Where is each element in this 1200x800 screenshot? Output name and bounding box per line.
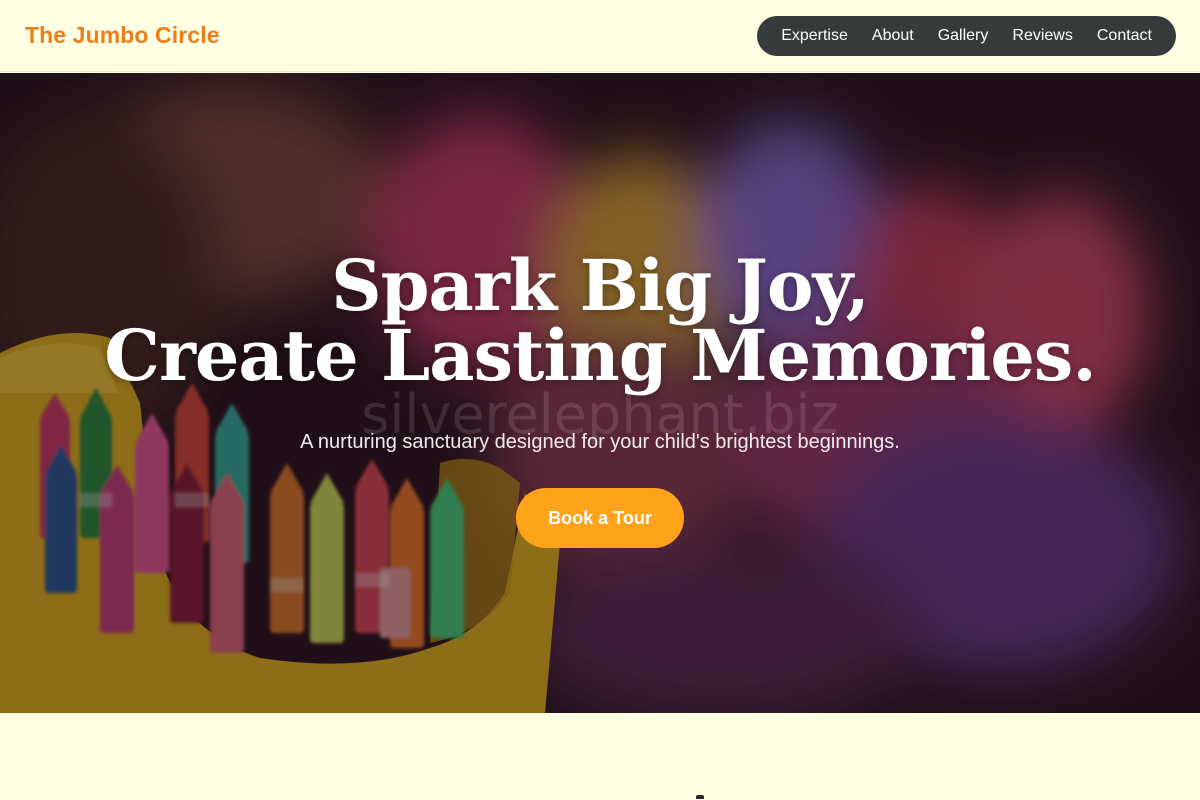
hero-title-line-2: Create Lasting Memories. bbox=[104, 314, 1096, 397]
book-tour-button[interactable]: Book a Tour bbox=[516, 488, 684, 548]
nav-link-reviews[interactable]: Reviews bbox=[1000, 16, 1084, 56]
hero-title-line-1: Spark Big Joy, bbox=[331, 244, 870, 327]
nav-link-expertise[interactable]: Expertise bbox=[769, 16, 860, 56]
nav-link-about[interactable]: About bbox=[860, 16, 926, 56]
next-section bbox=[0, 713, 1200, 800]
nav-link-contact[interactable]: Contact bbox=[1085, 16, 1164, 56]
hero-section: silverelephant.biz Spark Big Joy, Create… bbox=[0, 73, 1200, 713]
site-header: The Jumbo Circle Expertise About Gallery… bbox=[0, 0, 1200, 72]
nav-link-gallery[interactable]: Gallery bbox=[926, 16, 1001, 56]
brand-logo[interactable]: The Jumbo Circle bbox=[25, 22, 220, 49]
next-section-heading-peek bbox=[696, 795, 704, 799]
hero-content: Spark Big Joy, Create Lasting Memories. … bbox=[0, 73, 1200, 713]
hero-title: Spark Big Joy, Create Lasting Memories. bbox=[104, 244, 1096, 397]
hero-subtitle: A nurturing sanctuary designed for your … bbox=[300, 431, 900, 453]
main-nav: Expertise About Gallery Reviews Contact bbox=[757, 15, 1176, 56]
